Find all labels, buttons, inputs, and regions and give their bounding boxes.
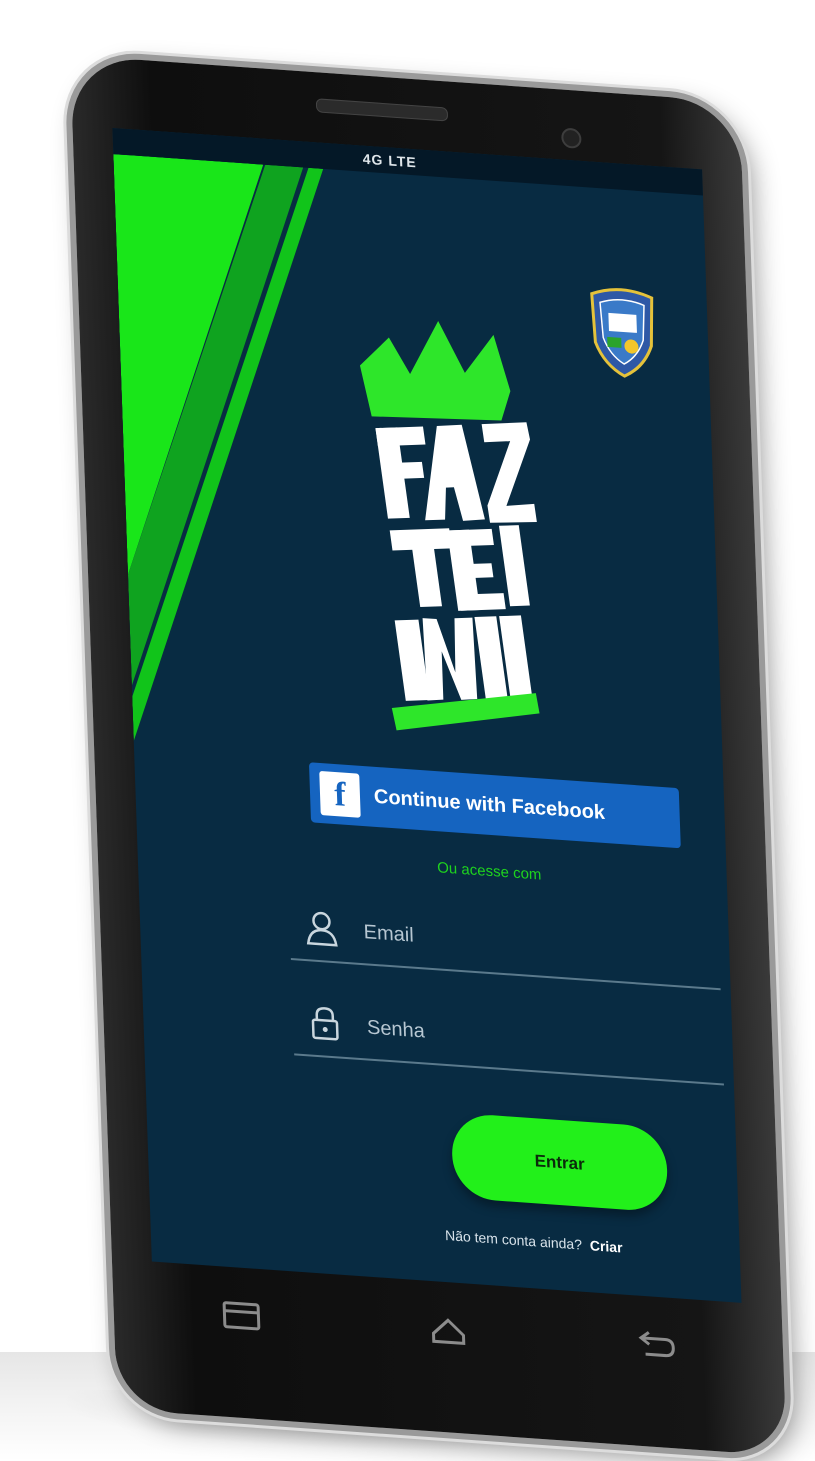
- alternative-login-text: Ou acesse com: [436, 859, 542, 884]
- password-input[interactable]: [364, 1010, 690, 1068]
- signup-prompt: Não tem conta ainda? Criar: [445, 1227, 623, 1256]
- facebook-icon: f: [319, 770, 361, 818]
- lock-icon: [311, 1007, 339, 1041]
- continue-with-facebook-button[interactable]: f Continue with Facebook: [308, 762, 681, 849]
- facebook-button-label: Continue with Facebook: [373, 785, 606, 824]
- speaker-grille: [315, 98, 449, 122]
- signup-prompt-text: Não tem conta ainda?: [444, 1226, 583, 1253]
- user-icon: [306, 911, 338, 947]
- signup-link[interactable]: Criar: [590, 1237, 623, 1255]
- front-camera-icon: [561, 127, 582, 149]
- login-button[interactable]: Entrar: [450, 1112, 669, 1213]
- phone-body: 4G LTE f Continue with Facebook Ou acess…: [70, 55, 787, 1457]
- home-icon[interactable]: [425, 1311, 472, 1350]
- phone-device: 4G LTE f Continue with Facebook Ou acess…: [70, 55, 787, 1457]
- back-icon[interactable]: [633, 1325, 680, 1364]
- network-indicator: 4G LTE: [362, 150, 417, 171]
- email-input[interactable]: [361, 914, 687, 972]
- app-screen: 4G LTE f Continue with Facebook Ou acess…: [112, 128, 742, 1303]
- email-field: [288, 895, 721, 991]
- recent-apps-icon[interactable]: [218, 1296, 265, 1335]
- police-badge-icon: [590, 288, 654, 378]
- password-field: [291, 991, 724, 1086]
- app-logo: [359, 320, 540, 731]
